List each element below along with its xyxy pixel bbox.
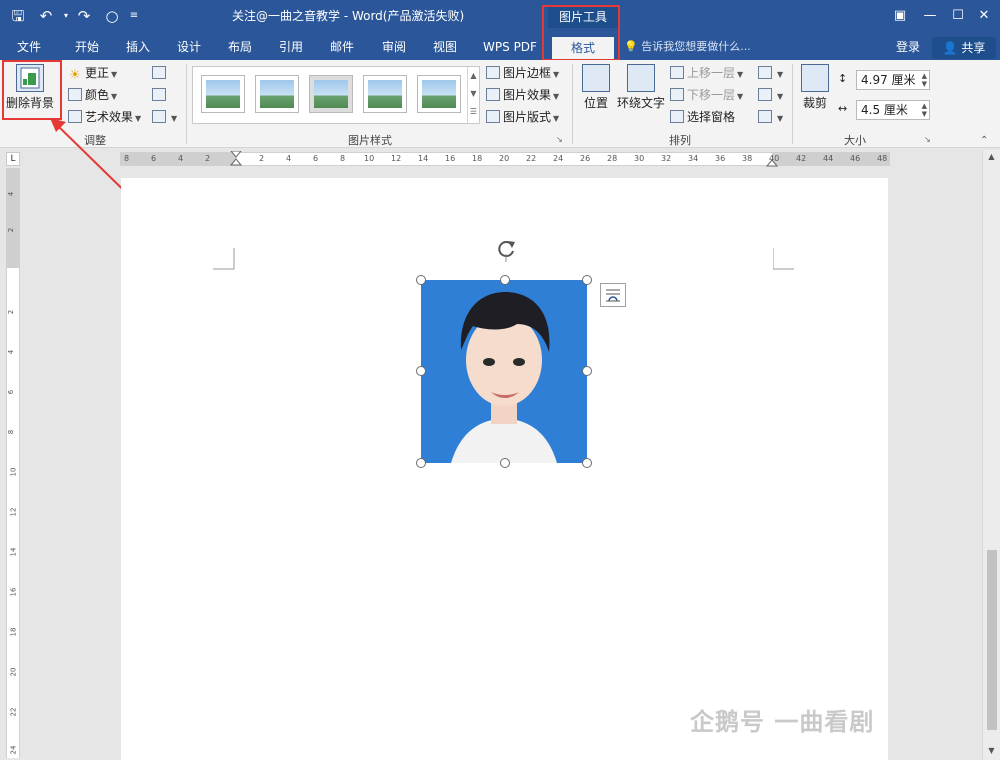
ruler-tick: 44 bbox=[823, 154, 834, 163]
ruler-tick: 4 bbox=[7, 191, 16, 197]
ruler-tick: 8 bbox=[124, 154, 130, 163]
ruler-tick: 2 bbox=[7, 309, 16, 315]
ruler-tick: 10 bbox=[364, 154, 375, 163]
rotate-handle-icon[interactable] bbox=[494, 236, 518, 262]
resize-handle-se[interactable] bbox=[582, 458, 592, 468]
selected-picture[interactable] bbox=[421, 280, 587, 463]
resize-handle-s[interactable] bbox=[500, 458, 510, 468]
ruler-tick: 20 bbox=[9, 667, 18, 677]
ruler-tick: 24 bbox=[9, 745, 18, 755]
ruler-tick: 16 bbox=[445, 154, 456, 163]
resize-handle-w[interactable] bbox=[416, 366, 426, 376]
resize-handle-n[interactable] bbox=[500, 275, 510, 285]
horizontal-ruler[interactable]: 8 6 4 2 2 4 6 8 10 12 14 16 18 20 22 24 … bbox=[120, 151, 890, 167]
margin-corner-mark bbox=[773, 248, 794, 270]
ruler-tick: 20 bbox=[499, 154, 510, 163]
ruler-tick: 12 bbox=[391, 154, 402, 163]
vertical-scrollbar[interactable]: ▲ ▼ bbox=[982, 150, 1000, 760]
layout-options-button[interactable] bbox=[600, 283, 626, 307]
vertical-ruler[interactable]: 4 2 2 4 6 8 10 12 14 16 18 20 22 24 bbox=[6, 168, 20, 758]
resize-handle-e[interactable] bbox=[582, 366, 592, 376]
tab-selector[interactable]: L bbox=[6, 152, 20, 166]
ruler-tick: 42 bbox=[796, 154, 807, 163]
ruler-tick: 2 bbox=[7, 227, 16, 233]
scroll-down-icon[interactable]: ▼ bbox=[983, 744, 1000, 758]
ruler-tick: 18 bbox=[9, 627, 18, 637]
indent-marker[interactable] bbox=[230, 151, 242, 167]
ruler-tick: 28 bbox=[607, 154, 618, 163]
ruler-tick: 10 bbox=[9, 467, 18, 477]
ruler-tick: 36 bbox=[715, 154, 726, 163]
resize-handle-sw[interactable] bbox=[416, 458, 426, 468]
margin-corner-mark bbox=[213, 248, 235, 270]
ruler-tick: 6 bbox=[7, 389, 16, 395]
ruler-tick: 12 bbox=[9, 507, 18, 517]
ruler-tick: 4 bbox=[7, 349, 16, 355]
ruler-tick: 6 bbox=[313, 154, 319, 163]
portrait-photo bbox=[421, 280, 587, 463]
scroll-thumb[interactable] bbox=[987, 550, 997, 730]
ruler-tick: 4 bbox=[178, 154, 184, 163]
ruler-tick: 32 bbox=[661, 154, 672, 163]
scroll-up-icon[interactable]: ▲ bbox=[983, 150, 1000, 164]
ruler-margin-top bbox=[7, 168, 19, 268]
ruler-tick: 14 bbox=[9, 547, 18, 557]
ruler-tick: 26 bbox=[580, 154, 591, 163]
ruler-tick: 22 bbox=[526, 154, 537, 163]
ruler-tick: 2 bbox=[205, 154, 211, 163]
resize-handle-nw[interactable] bbox=[416, 275, 426, 285]
ruler-tick: 46 bbox=[850, 154, 861, 163]
ruler-tick: 6 bbox=[151, 154, 157, 163]
ruler-tick: 34 bbox=[688, 154, 699, 163]
ruler-tick: 4 bbox=[286, 154, 292, 163]
document-page[interactable] bbox=[121, 178, 888, 760]
resize-handle-ne[interactable] bbox=[582, 275, 592, 285]
ruler-tick: 24 bbox=[553, 154, 564, 163]
ruler-tick: 30 bbox=[634, 154, 645, 163]
ruler-tick: 18 bbox=[472, 154, 483, 163]
ruler-tick: 22 bbox=[9, 707, 18, 717]
layout-options-icon bbox=[606, 289, 620, 302]
ruler-tick: 8 bbox=[340, 154, 346, 163]
right-indent-marker[interactable] bbox=[766, 155, 778, 167]
watermark: 企鹅号 一曲看剧 bbox=[690, 708, 875, 736]
ruler-tick: 16 bbox=[9, 587, 18, 597]
ruler-tick: 8 bbox=[7, 429, 16, 435]
ruler-tick: 2 bbox=[259, 154, 265, 163]
ruler-tick: 48 bbox=[877, 154, 888, 163]
ruler-tick: 38 bbox=[742, 154, 753, 163]
ruler-tick: 14 bbox=[418, 154, 429, 163]
